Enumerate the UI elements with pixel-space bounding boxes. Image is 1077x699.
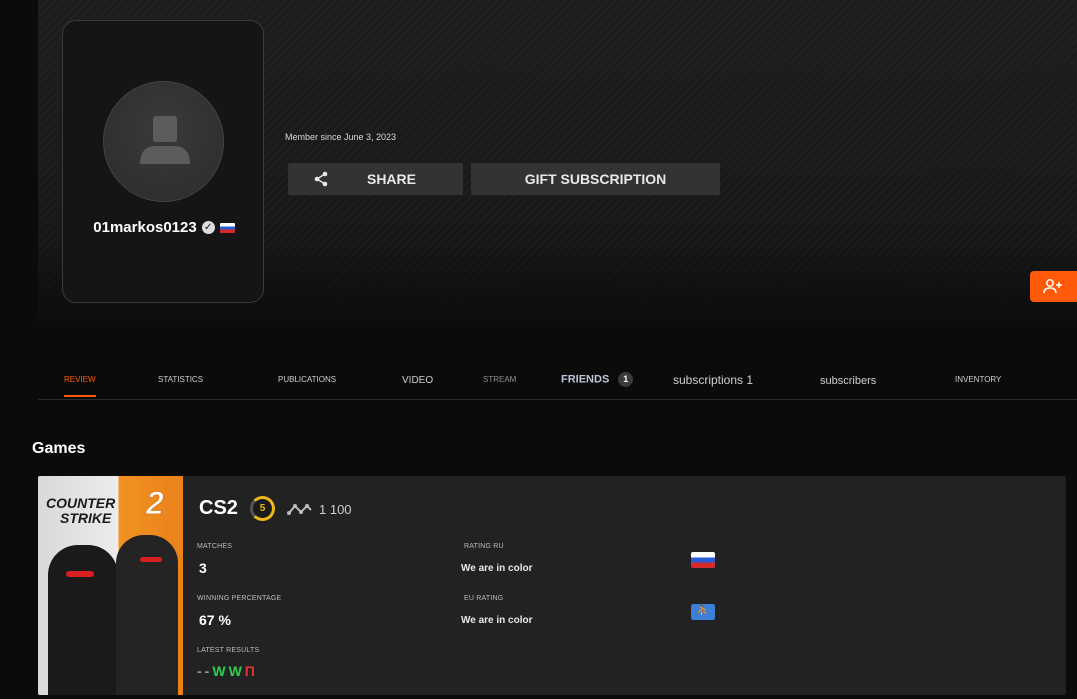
- latest-results-label: LATEST RESULTS: [197, 647, 260, 654]
- tab-video[interactable]: VIDEO: [402, 375, 433, 386]
- username-row: 01markos0123 ✓: [63, 219, 265, 236]
- friends-count-badge: 1: [618, 372, 634, 387]
- tab-subscribers[interactable]: subscribers: [820, 375, 876, 387]
- soldier-figure: [48, 545, 118, 695]
- logo-number: 2: [146, 485, 165, 521]
- logo-line1: COUNTER: [46, 495, 116, 511]
- tab-inventory[interactable]: INVENTORY: [955, 375, 1001, 384]
- russia-flag-icon: [691, 552, 715, 568]
- tab-statistics[interactable]: STATISTICS: [158, 375, 203, 384]
- cs2-logo: COUNTER STRIKE 2: [46, 487, 164, 526]
- matches-value: 3: [199, 560, 207, 576]
- profile-card: 01markos0123 ✓: [62, 20, 264, 303]
- eu-region-icon: ⛹: [691, 604, 715, 620]
- elo-graph-icon: [287, 504, 312, 515]
- member-since: Member since June 3, 2023: [285, 132, 397, 142]
- username: 01markos0123: [93, 219, 197, 236]
- tab-stream[interactable]: STREAM: [483, 375, 516, 384]
- result-item: W: [212, 663, 229, 679]
- user-placeholder-icon: [140, 116, 190, 164]
- share-icon: [314, 171, 328, 187]
- rating-ru-value: We are in color: [461, 563, 533, 574]
- soldier-visor: [140, 557, 162, 562]
- profile-tabs: REVIEW STATISTICS PUBLICATIONS VIDEO STR…: [38, 362, 1077, 400]
- soldier-visor: [66, 571, 94, 577]
- share-label: SHARE: [366, 171, 416, 187]
- matches-label: MATCHES: [197, 543, 233, 550]
- win-percentage-value: 67 %: [199, 612, 231, 628]
- rating-ru-label: RATING RU: [464, 543, 504, 550]
- share-button[interactable]: SHARE: [288, 163, 463, 195]
- eu-rating-label: EU RATING: [464, 595, 504, 602]
- logo-line2: STRIKE: [60, 510, 112, 526]
- game-title: CS2: [199, 497, 238, 519]
- tab-subscriptions[interactable]: subscriptions 1: [673, 373, 753, 387]
- eu-rating-value: We are in color: [461, 615, 533, 626]
- result-item: W: [228, 663, 245, 679]
- tab-friends-label: FRIENDS: [561, 373, 610, 386]
- latest-results: --WWП: [197, 663, 258, 679]
- games-section-title: Games: [32, 440, 86, 457]
- result-item: -: [197, 663, 205, 679]
- add-friend-button[interactable]: [1030, 271, 1077, 302]
- result-item: П: [244, 663, 258, 679]
- russia-flag-icon: [219, 222, 235, 233]
- cs2-cover-art: COUNTER STRIKE 2: [38, 476, 183, 695]
- add-user-icon: [1043, 279, 1062, 294]
- gift-subscription-button[interactable]: GIFT SUBSCRIPTION: [471, 163, 720, 195]
- tab-friends[interactable]: FRIENDS 1: [561, 372, 634, 387]
- game-card-cs2[interactable]: COUNTER STRIKE 2 CS2 5 1 100 MATCHES 3 W…: [38, 476, 1066, 695]
- tab-publications[interactable]: PUBLICATIONS: [278, 375, 336, 384]
- elo-value: 1 100: [319, 502, 352, 517]
- soldier-figure: [116, 535, 178, 695]
- tab-review[interactable]: REVIEW: [64, 375, 96, 397]
- win-percentage-label: WINNING PERCENTAGE: [197, 595, 282, 602]
- faceit-level-badge: 5: [250, 496, 275, 521]
- avatar[interactable]: [103, 81, 224, 202]
- verified-icon: ✓: [201, 221, 215, 234]
